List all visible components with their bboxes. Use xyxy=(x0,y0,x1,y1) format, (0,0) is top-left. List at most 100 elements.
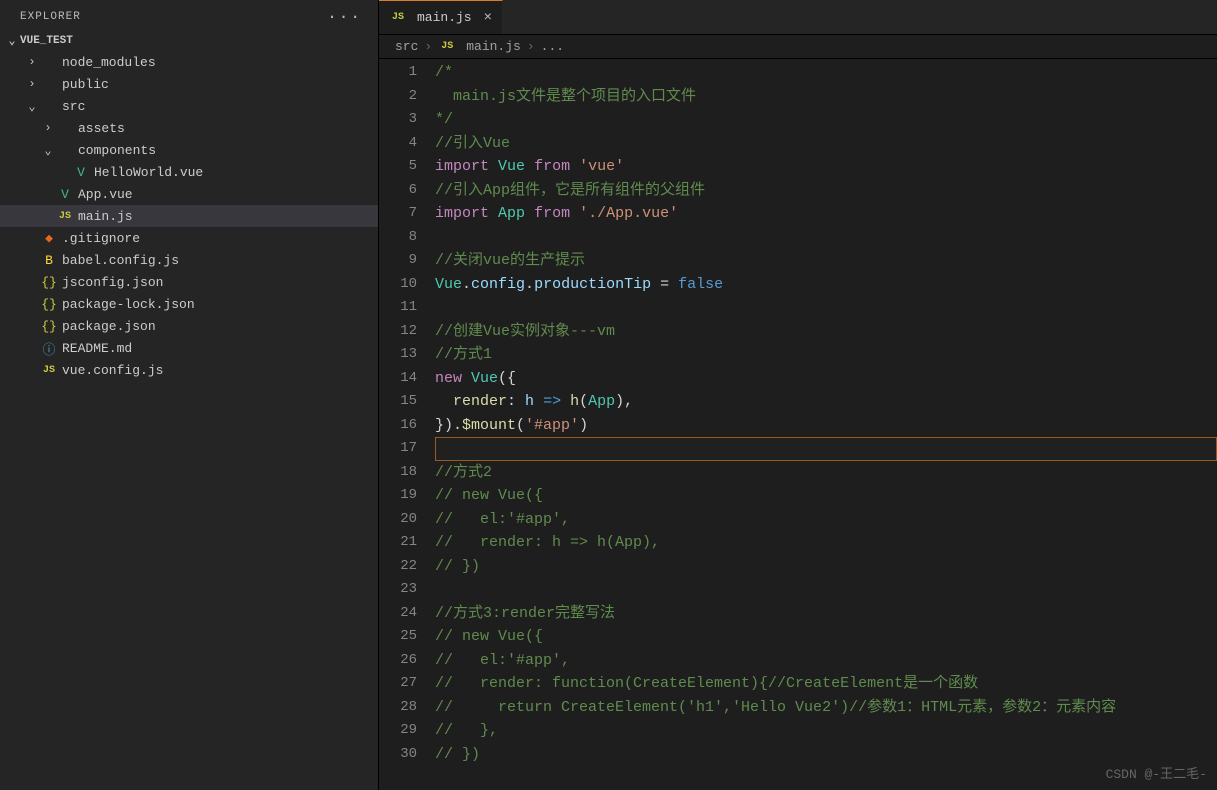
breadcrumb-seg[interactable]: ... xyxy=(541,39,564,54)
line-number: 21 xyxy=(379,531,417,555)
code-line[interactable]: }).$mount('#app') xyxy=(435,414,1217,438)
chevron-right-icon: › xyxy=(24,77,40,91)
line-number: 29 xyxy=(379,719,417,743)
code-line[interactable]: import App from './App.vue' xyxy=(435,202,1217,226)
line-number: 17 xyxy=(379,437,417,461)
code-line[interactable]: //引入Vue xyxy=(435,132,1217,156)
tree-row[interactable]: {}package.json xyxy=(0,315,378,337)
code-line[interactable]: //方式2 xyxy=(435,461,1217,485)
breadcrumb-seg[interactable]: src xyxy=(395,39,418,54)
root-folder[interactable]: ⌄ VUE_TEST xyxy=(0,30,378,51)
tree-row[interactable]: ⌄components xyxy=(0,139,378,161)
line-number: 20 xyxy=(379,508,417,532)
code-line[interactable]: render: h => h(App), xyxy=(435,390,1217,414)
explorer-title: EXPLORER xyxy=(20,11,81,23)
tab-bar: JS main.js × xyxy=(379,0,1217,35)
line-number: 25 xyxy=(379,625,417,649)
js-file-icon: JS xyxy=(438,41,456,52)
breadcrumb[interactable]: src › JS main.js › ... xyxy=(379,35,1217,59)
code-line[interactable]: // }, xyxy=(435,719,1217,743)
tree-label: package.json xyxy=(62,319,156,334)
explorer-sidebar: EXPLORER ··· ⌄ VUE_TEST ›node_modules›pu… xyxy=(0,0,379,790)
line-number: 28 xyxy=(379,696,417,720)
tree-row[interactable]: ⌄src xyxy=(0,95,378,117)
tree-row[interactable]: › public xyxy=(0,73,378,95)
breadcrumb-seg[interactable]: main.js xyxy=(466,39,521,54)
code-line[interactable] xyxy=(435,578,1217,602)
tree-row[interactable]: JSmain.js xyxy=(0,205,378,227)
line-number: 8 xyxy=(379,226,417,250)
line-number: 18 xyxy=(379,461,417,485)
code-line[interactable]: // }) xyxy=(435,555,1217,579)
tree-label: main.js xyxy=(78,209,133,224)
tree-row[interactable]: ◆.gitignore xyxy=(0,227,378,249)
tree-row[interactable]: VApp.vue xyxy=(0,183,378,205)
code-line[interactable]: //方式1 xyxy=(435,343,1217,367)
code-line[interactable]: import Vue from 'vue' xyxy=(435,155,1217,179)
code-line[interactable]: // render: function(CreateElement){//Cre… xyxy=(435,672,1217,696)
code-line[interactable]: // el:'#app', xyxy=(435,649,1217,673)
code-line[interactable]: // }) xyxy=(435,743,1217,767)
line-number: 16 xyxy=(379,414,417,438)
code-line[interactable]: new Vue({ xyxy=(435,367,1217,391)
code-line[interactable] xyxy=(435,296,1217,320)
tree-label: node_modules xyxy=(62,55,156,70)
line-gutter: 1234567891011121314151617181920212223242… xyxy=(379,59,435,790)
code-content[interactable]: /* main.js文件是整个项目的入口文件*///引入Vueimport Vu… xyxy=(435,59,1217,790)
tree-row[interactable]: {}jsconfig.json xyxy=(0,271,378,293)
tree-row[interactable]: ›node_modules xyxy=(0,51,378,73)
code-line[interactable]: //引入App组件，它是所有组件的父组件 xyxy=(435,179,1217,203)
tree-row[interactable]: Bbabel.config.js xyxy=(0,249,378,271)
line-number: 22 xyxy=(379,555,417,579)
code-line[interactable]: */ xyxy=(435,108,1217,132)
line-number: 9 xyxy=(379,249,417,273)
code-line[interactable]: // render: h => h(App), xyxy=(435,531,1217,555)
chevron-down-icon: ⌄ xyxy=(4,33,20,48)
code-line[interactable]: // new Vue({ xyxy=(435,484,1217,508)
chevron-down-icon: ⌄ xyxy=(24,99,40,114)
tree-row[interactable]: ⓘREADME.md xyxy=(0,337,378,359)
file-icon: JS xyxy=(40,365,58,376)
tree-label: HelloWorld.vue xyxy=(94,165,203,180)
code-line[interactable]: // new Vue({ xyxy=(435,625,1217,649)
line-number: 26 xyxy=(379,649,417,673)
code-line[interactable]: // el:'#app', xyxy=(435,508,1217,532)
code-line[interactable]: //创建Vue实例对象---vm xyxy=(435,320,1217,344)
editor-tab-main[interactable]: JS main.js × xyxy=(379,0,503,34)
line-number: 12 xyxy=(379,320,417,344)
code-line[interactable] xyxy=(435,437,1217,461)
js-file-icon: JS xyxy=(389,12,407,23)
tree-row[interactable]: › assets xyxy=(0,117,378,139)
tree-label: babel.config.js xyxy=(62,253,179,268)
line-number: 24 xyxy=(379,602,417,626)
explorer-more-icon[interactable]: ··· xyxy=(327,8,362,26)
tree-label: vue.config.js xyxy=(62,363,163,378)
tab-label: main.js xyxy=(417,10,472,25)
code-line[interactable]: //关闭vue的生产提示 xyxy=(435,249,1217,273)
code-editor[interactable]: 1234567891011121314151617181920212223242… xyxy=(379,59,1217,790)
line-number: 13 xyxy=(379,343,417,367)
line-number: 11 xyxy=(379,296,417,320)
line-number: 23 xyxy=(379,578,417,602)
code-line[interactable]: /* xyxy=(435,61,1217,85)
file-icon: V xyxy=(72,165,90,180)
chevron-right-icon: › xyxy=(527,39,535,54)
code-line[interactable]: // return CreateElement('h1','Hello Vue2… xyxy=(435,696,1217,720)
code-line[interactable]: Vue.config.productionTip = false xyxy=(435,273,1217,297)
file-icon: B xyxy=(40,253,58,268)
tree-row[interactable]: JS vue.config.js xyxy=(0,359,378,381)
line-number: 7 xyxy=(379,202,417,226)
line-number: 5 xyxy=(379,155,417,179)
close-icon[interactable]: × xyxy=(484,10,492,26)
tree-row[interactable]: {}package-lock.json xyxy=(0,293,378,315)
tree-label: public xyxy=(62,77,109,92)
tree-label: jsconfig.json xyxy=(62,275,163,290)
code-line[interactable] xyxy=(435,226,1217,250)
tree-label: assets xyxy=(78,121,125,136)
chevron-right-icon: › xyxy=(40,121,56,135)
file-icon: ◆ xyxy=(40,231,58,246)
tree-row[interactable]: V HelloWorld.vue xyxy=(0,161,378,183)
code-line[interactable]: //方式3:render完整写法 xyxy=(435,602,1217,626)
watermark: CSDN @-王二毛- xyxy=(1106,763,1207,782)
code-line[interactable]: main.js文件是整个项目的入口文件 xyxy=(435,85,1217,109)
